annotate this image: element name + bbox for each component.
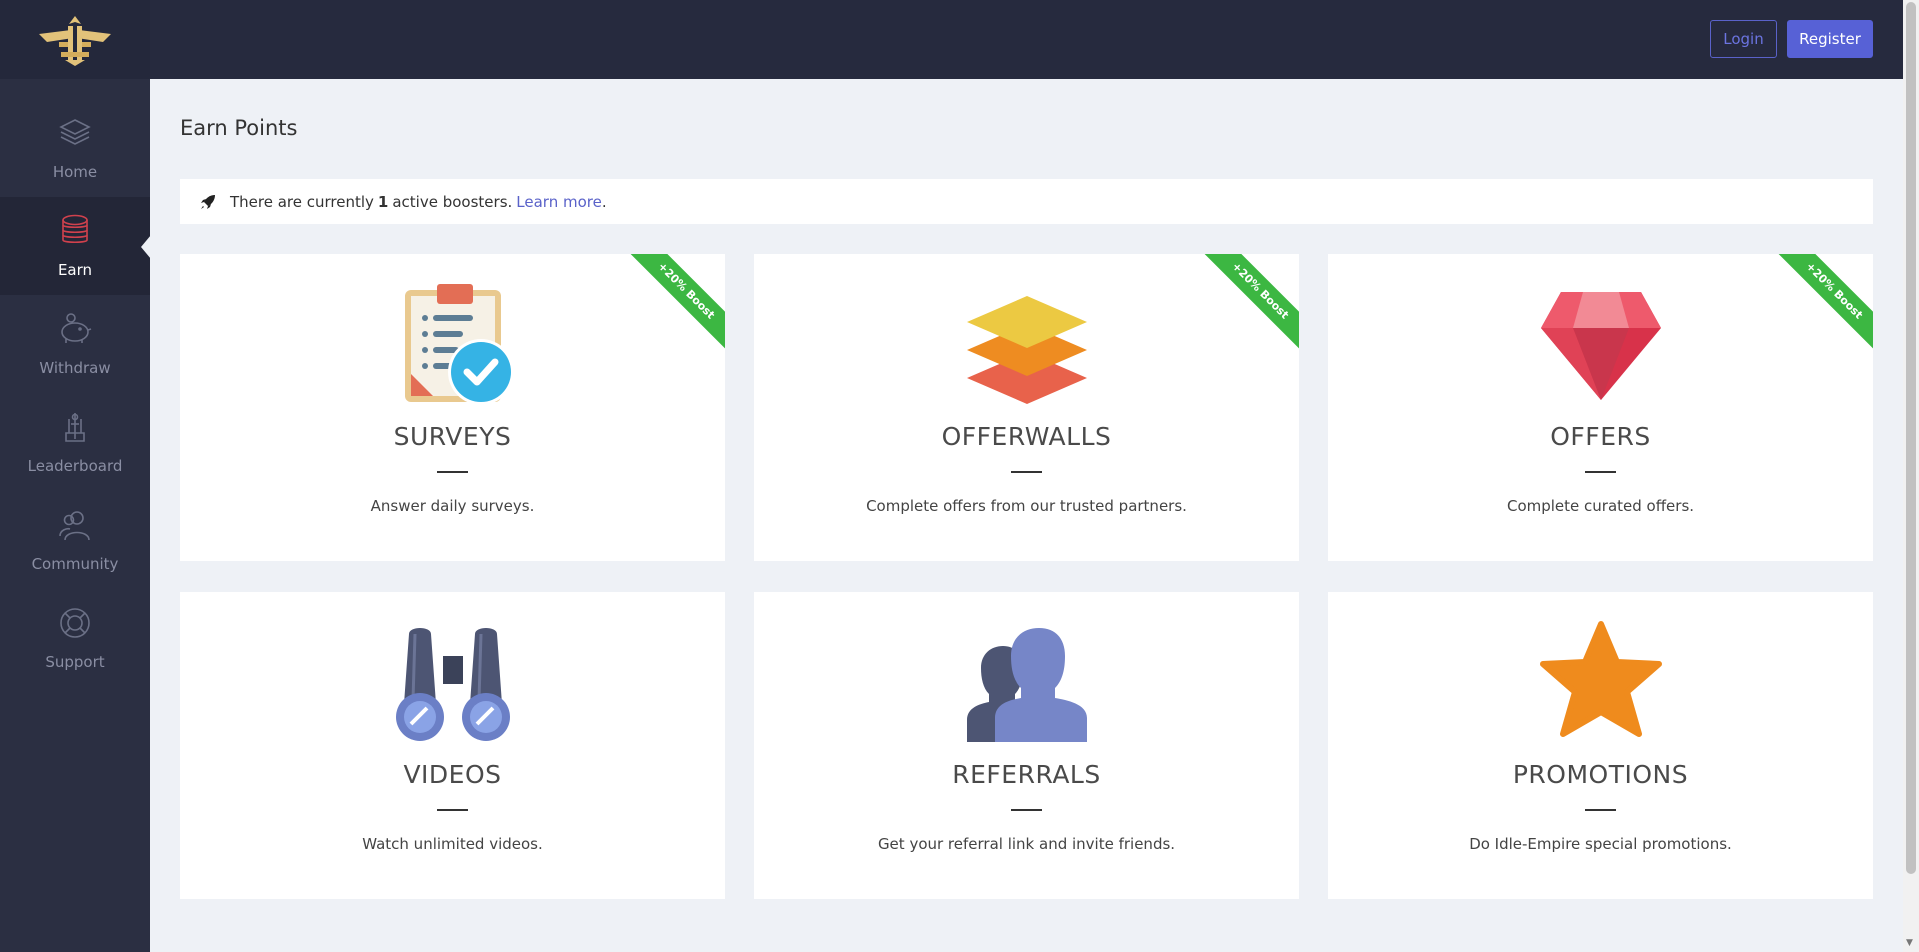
card-description: Get your referral link and invite friend… [877, 835, 1176, 853]
booster-notice: There are currently 1 active boosters. L… [180, 179, 1873, 224]
sidebar-item-label: Home [52, 163, 98, 181]
sidebar: Home Earn Withdraw Leaderboard Community… [0, 79, 151, 952]
booster-count: 1 [377, 192, 389, 211]
two-people-icon [754, 620, 1299, 744]
card-description: Complete offers from our trusted partner… [866, 497, 1187, 515]
sidebar-item-label: Leaderboard [27, 457, 123, 475]
card-divider [437, 809, 468, 811]
sidebar-item-label: Earn [57, 261, 93, 279]
sidebar-item-support[interactable]: Support [0, 589, 150, 687]
scrollbar-thumb[interactable] [1906, 2, 1916, 874]
lifebuoy-icon [55, 603, 95, 643]
card-description: Do Idle-Empire special promotions. [1469, 835, 1732, 853]
booster-text-suffix: active boosters. [392, 192, 513, 211]
card-title: VIDEOS [403, 760, 502, 789]
people-icon [55, 505, 95, 545]
card-divider [1011, 471, 1042, 473]
sidebar-item-home[interactable]: Home [0, 99, 150, 197]
layers-icon [55, 113, 95, 153]
card-title: PROMOTIONS [1512, 760, 1689, 789]
sidebar-item-label: Community [31, 555, 119, 573]
card-title: REFERRALS [952, 760, 1101, 789]
eagle-logo-icon [39, 15, 111, 66]
coins-icon [55, 211, 95, 251]
card-title: OFFERS [1550, 422, 1651, 451]
card-description: Complete curated offers. [1506, 497, 1695, 515]
card-title: SURVEYS [393, 422, 512, 451]
rocket-icon [200, 194, 216, 210]
card-divider [1585, 471, 1616, 473]
star-icon [1328, 620, 1873, 744]
card-promotions[interactable]: PROMOTIONS Do Idle-Empire special promot… [1328, 592, 1873, 899]
top-bar: Login Register [0, 0, 1903, 79]
clipboard-check-icon [180, 282, 725, 406]
card-title: OFFERWALLS [941, 422, 1112, 451]
card-videos[interactable]: VIDEOS Watch unlimited videos. [180, 592, 725, 899]
register-button[interactable]: Register [1787, 20, 1873, 58]
card-referrals[interactable]: REFERRALS Get your referral link and inv… [754, 592, 1299, 899]
binoculars-icon [180, 620, 725, 744]
sidebar-item-label: Withdraw [39, 359, 111, 377]
card-surveys[interactable]: +20% Boost SURVEYS Answer daily surveys. [180, 254, 725, 561]
scroll-down-arrow-icon[interactable]: ▼ [1906, 938, 1913, 948]
trophy-icon [55, 407, 95, 447]
card-divider [1011, 809, 1042, 811]
active-indicator [141, 235, 151, 259]
stacked-layers-icon [754, 282, 1299, 406]
vertical-scrollbar[interactable]: ▼ [1903, 0, 1919, 952]
login-button[interactable]: Login [1710, 20, 1777, 58]
sidebar-item-label: Support [45, 653, 105, 671]
booster-text-end: . [601, 192, 607, 211]
learn-more-link[interactable]: Learn more [516, 193, 602, 211]
card-divider [1585, 809, 1616, 811]
sidebar-item-community[interactable]: Community [0, 491, 150, 589]
logo[interactable] [0, 0, 150, 79]
card-offers[interactable]: +20% Boost OFFERS Complete curated offer… [1328, 254, 1873, 561]
piggy-bank-icon [55, 309, 95, 349]
booster-text-prefix: There are currently [230, 192, 374, 211]
card-divider [437, 471, 468, 473]
gem-icon [1328, 282, 1873, 406]
card-offerwalls[interactable]: +20% Boost OFFERWALLS Complete offers fr… [754, 254, 1299, 561]
card-description: Answer daily surveys. [370, 497, 535, 515]
card-description: Watch unlimited videos. [362, 835, 543, 853]
sidebar-item-withdraw[interactable]: Withdraw [0, 295, 150, 393]
sidebar-item-leaderboard[interactable]: Leaderboard [0, 393, 150, 491]
page-title: Earn Points [180, 116, 298, 140]
sidebar-item-earn[interactable]: Earn [0, 197, 151, 295]
